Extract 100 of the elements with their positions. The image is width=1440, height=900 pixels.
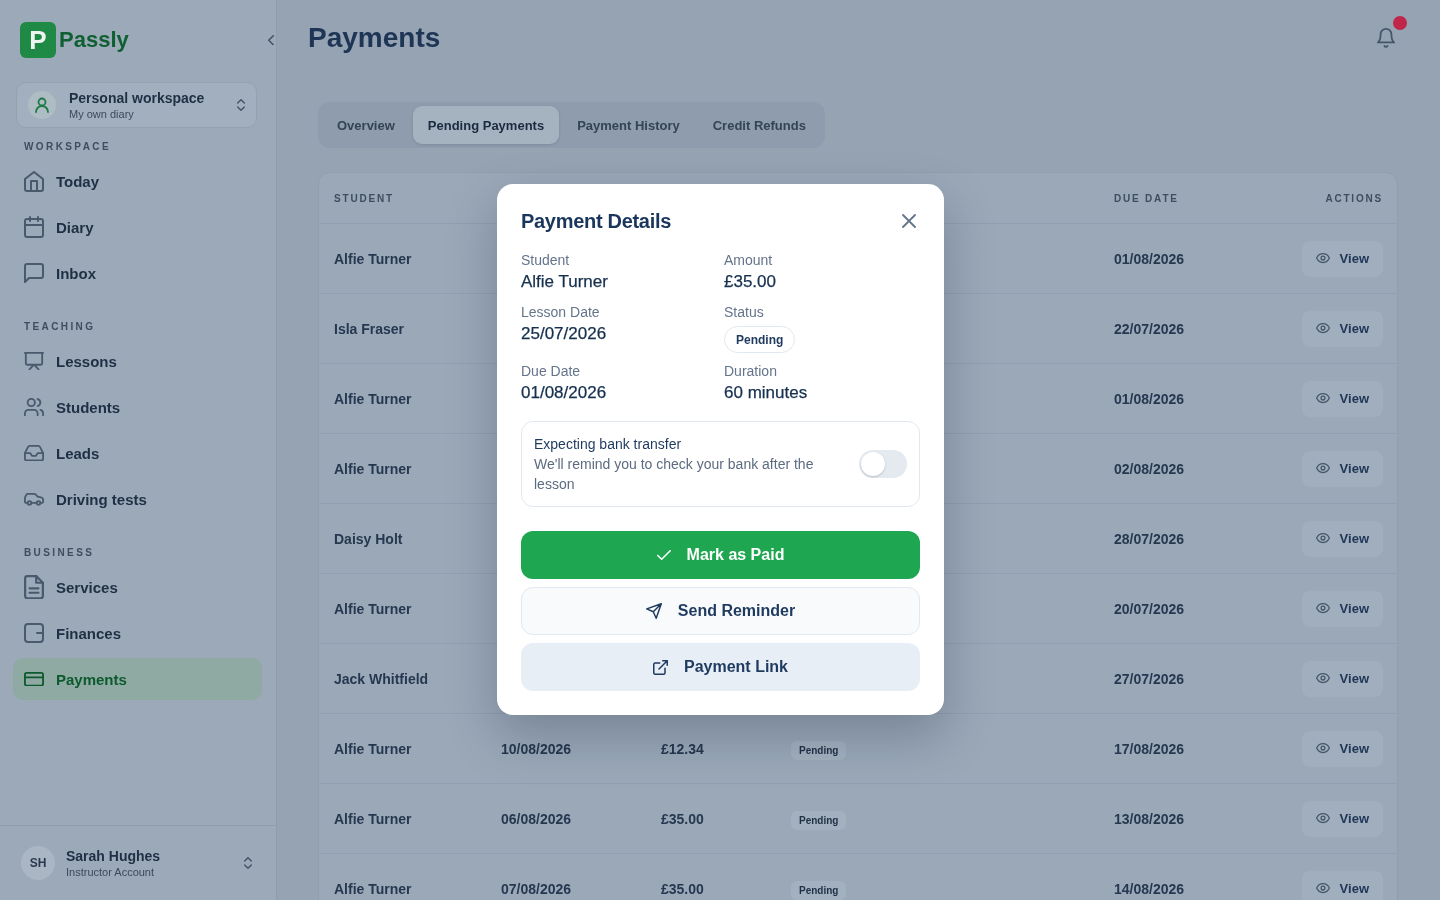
table-cell-text: £35.00 bbox=[660, 880, 705, 897]
page-title: Payments bbox=[308, 22, 441, 54]
chat-bubble-icon bbox=[24, 263, 44, 283]
table-cell-text: Alfie Turner bbox=[333, 740, 413, 757]
chevron-up-down-icon bbox=[244, 857, 252, 869]
toggle-switch[interactable] bbox=[859, 450, 907, 478]
logo-text: Passly bbox=[59, 27, 129, 53]
tab[interactable]: Credit Refunds bbox=[697, 106, 821, 144]
table-cell-text: 01/08/2026 bbox=[1113, 390, 1186, 407]
wallet-icon bbox=[24, 623, 44, 643]
nav-item[interactable]: Diary bbox=[13, 206, 262, 248]
view-button[interactable]: View bbox=[1301, 660, 1383, 697]
nav-item[interactable]: Today bbox=[13, 160, 262, 202]
user-role: Instructor Account bbox=[66, 864, 156, 879]
setting-title: Expecting bank transfer bbox=[534, 435, 683, 454]
field-label: Amount bbox=[724, 251, 773, 270]
view-button[interactable]: View bbox=[1301, 870, 1383, 900]
document-icon bbox=[24, 574, 44, 600]
view-button[interactable]: View bbox=[1301, 240, 1383, 277]
nav-item[interactable]: Finances bbox=[13, 612, 262, 654]
field-value: £35.00 bbox=[724, 271, 776, 293]
close-icon bbox=[902, 214, 916, 228]
field-label: Status bbox=[724, 303, 764, 322]
view-button[interactable]: View bbox=[1301, 520, 1383, 557]
table-cell-text: £12.34 bbox=[660, 740, 705, 757]
table-cell-text: 01/08/2026 bbox=[1113, 250, 1186, 267]
view-button[interactable]: View bbox=[1301, 800, 1383, 837]
view-button[interactable]: View bbox=[1301, 590, 1383, 627]
eye-icon bbox=[1315, 463, 1330, 474]
view-button[interactable]: View bbox=[1301, 380, 1383, 417]
nav-item[interactable]: Students bbox=[13, 386, 262, 428]
user-card[interactable]: SH Sarah Hughes Instructor Account bbox=[0, 825, 276, 900]
eye-icon bbox=[1315, 673, 1330, 684]
external-link-icon bbox=[653, 659, 668, 675]
mark-paid-button[interactable]: Mark as Paid bbox=[521, 531, 920, 579]
table-cell-text: 10/08/2026 bbox=[500, 740, 573, 757]
tab[interactable]: Overview bbox=[322, 106, 410, 144]
table-cell-text: 22/07/2026 bbox=[1113, 320, 1186, 337]
board-icon bbox=[24, 351, 44, 371]
workspace-card[interactable]: Personal workspace My own diary bbox=[16, 82, 257, 128]
tab[interactable]: Pending Payments bbox=[412, 106, 560, 144]
field-value: 25/07/2026 bbox=[521, 323, 607, 345]
eye-icon bbox=[1315, 813, 1330, 824]
card-icon bbox=[24, 671, 44, 687]
chevron-up-down-icon bbox=[237, 99, 245, 111]
eye-icon bbox=[1315, 603, 1330, 614]
field-value: 60 minutes bbox=[724, 382, 808, 404]
table-cell-text: Alfie Turner bbox=[333, 390, 413, 407]
table-cell-text: 20/07/2026 bbox=[1113, 600, 1186, 617]
user-name: Sarah Hughes bbox=[66, 847, 162, 865]
chevron-left-icon[interactable] bbox=[268, 34, 274, 46]
table-cell-text: £35.00 bbox=[660, 810, 705, 827]
send-reminder-button[interactable]: Send Reminder bbox=[521, 587, 920, 635]
bell-icon[interactable] bbox=[1377, 28, 1395, 48]
field-value: Alfie Turner bbox=[521, 271, 608, 293]
table-cell-text: Alfie Turner bbox=[333, 810, 413, 827]
table-cell-text: Alfie Turner bbox=[333, 460, 413, 477]
view-button[interactable]: View bbox=[1301, 450, 1383, 487]
nav-item[interactable]: Driving tests bbox=[13, 478, 262, 520]
workspace-subtitle: My own diary bbox=[69, 106, 135, 121]
eye-icon bbox=[1315, 253, 1330, 264]
table-cell-text: Alfie Turner bbox=[333, 600, 413, 617]
section-label: WORKSPACE bbox=[23, 140, 112, 154]
section-label: BUSINESS bbox=[23, 546, 96, 560]
nav-item[interactable]: Lessons bbox=[13, 340, 262, 382]
user-avatar: SH bbox=[21, 846, 55, 880]
status-badge: Pending bbox=[791, 740, 847, 760]
payment-link-button[interactable]: Payment Link bbox=[521, 643, 920, 691]
logo-mark: P bbox=[20, 22, 56, 58]
tray-icon bbox=[24, 444, 44, 462]
table-cell-text: Isla Fraser bbox=[333, 320, 406, 337]
nav-item[interactable]: Services bbox=[13, 566, 262, 608]
setting-description: We'll remind you to check your bank after the lesson bbox=[534, 455, 815, 494]
table-cell-text: 06/08/2026 bbox=[500, 810, 573, 827]
eye-icon bbox=[1315, 743, 1330, 754]
table-cell-text: 13/08/2026 bbox=[1113, 810, 1186, 827]
car-icon bbox=[24, 492, 44, 506]
nav-item[interactable]: Payments bbox=[13, 658, 262, 700]
nav-item[interactable]: Leads bbox=[13, 432, 262, 474]
tab[interactable]: Payment History bbox=[562, 106, 695, 144]
column-header: STUDENT bbox=[333, 192, 395, 204]
table-cell-text: 17/08/2026 bbox=[1113, 740, 1186, 757]
table-cell-text: Alfie Turner bbox=[333, 250, 413, 267]
eye-icon bbox=[1315, 393, 1330, 404]
eye-icon bbox=[1315, 323, 1330, 334]
field-label: Due Date bbox=[521, 362, 581, 381]
status-badge: Pending bbox=[791, 880, 847, 900]
table-cell-text: Daisy Holt bbox=[333, 530, 404, 547]
table-cell-text: 07/08/2026 bbox=[500, 880, 573, 897]
table-cell-text: Jack Whitfield bbox=[333, 670, 430, 687]
table-cell-text: 28/07/2026 bbox=[1113, 530, 1186, 547]
view-button[interactable]: View bbox=[1301, 310, 1383, 347]
section-label: TEACHING bbox=[23, 320, 97, 334]
view-button[interactable]: View bbox=[1301, 730, 1383, 767]
calendar-icon bbox=[24, 216, 44, 238]
field-label: Student bbox=[521, 251, 570, 270]
field-value: 01/08/2026 bbox=[521, 382, 607, 404]
eye-icon bbox=[1315, 533, 1330, 544]
nav-item[interactable]: Inbox bbox=[13, 252, 262, 294]
home-icon bbox=[24, 170, 44, 192]
